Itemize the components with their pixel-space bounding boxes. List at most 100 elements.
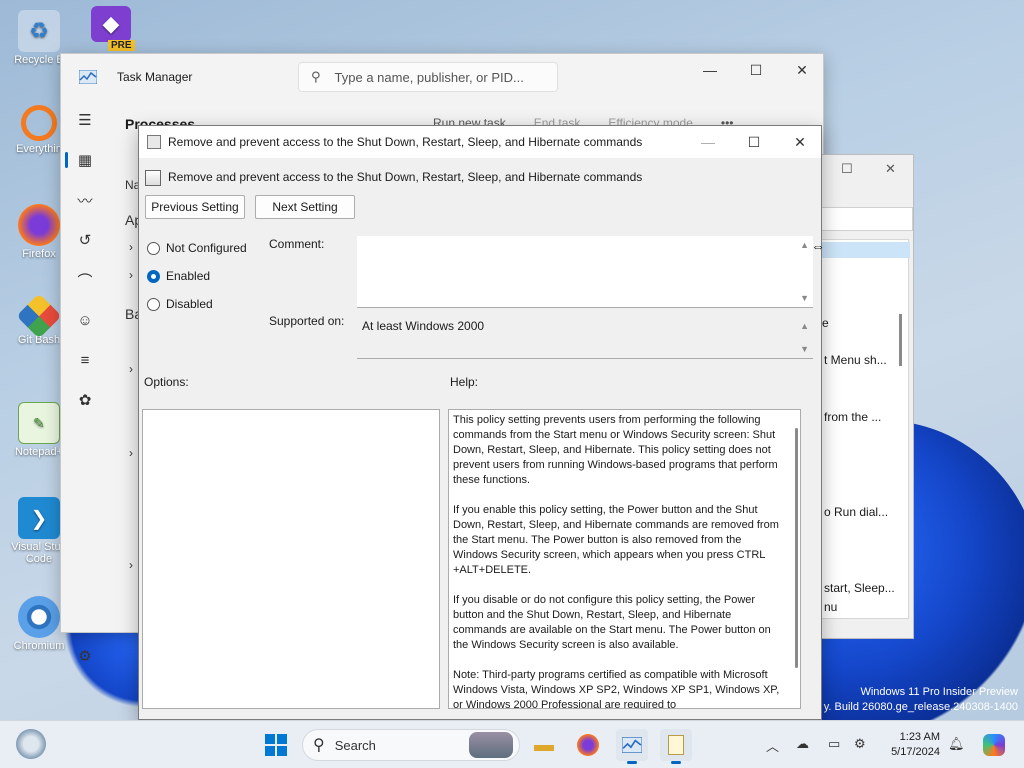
help-scrollbar[interactable] (795, 428, 798, 668)
services-nav-icon[interactable]: ✿ (61, 380, 109, 420)
widgets-icon[interactable] (16, 729, 46, 759)
radio-enabled[interactable]: Enabled (147, 269, 210, 283)
scroll-down-arrow-icon[interactable]: ▼ (800, 344, 809, 354)
notepad-icon (668, 735, 684, 755)
list-item[interactable]: o Run dial... (824, 505, 888, 519)
radio-dot (147, 241, 160, 255)
editor-toolbar-strip (821, 207, 913, 231)
scroll-up-arrow-icon[interactable]: ▲ (800, 321, 809, 331)
list-scrollbar[interactable] (899, 314, 902, 366)
taskbar-search-label: Search (334, 737, 376, 753)
close-button[interactable]: ✕ (779, 54, 825, 86)
visual-studio-icon: ◆ (91, 6, 131, 42)
expand-chevron-icon[interactable]: › (129, 446, 133, 460)
windows-logo-icon (265, 734, 287, 756)
network-icon[interactable]: ▭ (828, 736, 840, 752)
search-placeholder: Type a name, publisher, or PID... (334, 69, 524, 85)
options-pane (142, 409, 440, 709)
show-hidden-icons-chevron-icon[interactable]: ︿ (766, 736, 779, 755)
list-item[interactable]: nu (824, 600, 837, 614)
desktop-icon-visual-studio-pre[interactable]: ◆ PRE (86, 6, 136, 51)
settings-list: e t Menu sh... from the ... o Run dial..… (821, 239, 910, 619)
radio-label: Disabled (166, 297, 213, 311)
git-bash-icon (16, 293, 62, 339)
app-history-nav-icon[interactable]: ↺ (61, 220, 109, 260)
radio-dot-checked (147, 269, 160, 283)
scroll-down-arrow-icon[interactable]: ▼ (800, 293, 809, 303)
search-icon: ⚲ (313, 737, 325, 754)
scroll-up-arrow-icon[interactable]: ▲ (800, 240, 809, 250)
group-policy-taskbar-icon[interactable] (660, 729, 692, 764)
radio-disabled[interactable]: Disabled (147, 297, 213, 311)
list-item[interactable]: t Menu sh... (824, 353, 887, 367)
list-item[interactable]: start, Sleep... (824, 581, 895, 595)
previous-setting-button[interactable]: Previous Setting (145, 195, 245, 219)
task-manager-logo-icon (79, 70, 97, 84)
notification-bell-icon[interactable]: 🔔︎ (948, 736, 965, 752)
minimize-button[interactable]: — (685, 126, 731, 158)
minimize-button[interactable]: — (687, 54, 733, 86)
close-button[interactable]: ✕ (885, 161, 896, 177)
supported-on-field: At least Windows 2000 ▲ ▼ (357, 311, 813, 359)
hamburger-menu-icon[interactable]: ☰ (61, 100, 109, 140)
file-explorer-icon[interactable]: ▬ (528, 729, 560, 761)
everything-search-icon (21, 105, 57, 141)
expand-chevron-icon[interactable]: › (129, 362, 133, 376)
help-pane[interactable]: This policy setting prevents users from … (448, 409, 801, 709)
clock-time: 1:23 AM (899, 731, 940, 743)
copilot-pre-icon[interactable] (978, 729, 1010, 761)
help-text: This policy setting prevents users from … (453, 414, 780, 709)
firefox-icon (577, 734, 599, 756)
chromium-icon (18, 596, 60, 638)
help-label: Help: (450, 375, 479, 389)
settings-gear-icon[interactable]: ⚙ (61, 636, 109, 676)
running-indicator (671, 761, 681, 764)
expand-chevron-icon[interactable]: › (129, 240, 133, 254)
maximize-button[interactable]: ☐ (733, 54, 779, 86)
task-manager-taskbar-icon[interactable] (616, 729, 648, 764)
startup-apps-nav-icon[interactable]: ⌒ (61, 260, 109, 300)
firefox-icon (18, 204, 60, 246)
task-manager-icon (622, 737, 642, 753)
insider-watermark-line1: Windows 11 Pro Insider Preview (860, 686, 1018, 698)
insider-watermark-line2: y. Build 26080.ge_release.240308-1400 (823, 701, 1018, 713)
search-highlight-image (469, 732, 513, 758)
maximize-button[interactable]: ☐ (841, 161, 853, 177)
taskbar-clock[interactable]: 1:23 AM 5/17/2024 (880, 730, 940, 760)
taskbar-search-box[interactable]: ⚲ Search (302, 729, 520, 761)
expand-chevron-icon[interactable]: › (129, 268, 133, 282)
list-item[interactable]: e (822, 316, 829, 330)
pre-badge: PRE (108, 40, 135, 51)
next-setting-button[interactable]: Next Setting (255, 195, 355, 219)
notepad-plus-icon: ✎ (18, 402, 60, 444)
comment-label: Comment: (269, 237, 325, 251)
setting-heading: Remove and prevent access to the Shut Do… (168, 170, 643, 184)
processes-nav-icon[interactable]: ▦ (61, 140, 109, 180)
radio-dot (147, 297, 160, 311)
details-nav-icon[interactable]: ≡ (61, 340, 109, 380)
users-nav-icon[interactable]: ☺ (61, 300, 109, 340)
radio-label: Not Configured (166, 241, 247, 255)
running-indicator (627, 761, 637, 764)
onedrive-offline-icon[interactable]: ☁ (796, 736, 809, 752)
settings-sync-icon[interactable]: ⚙ (854, 736, 866, 752)
close-button[interactable]: ✕ (777, 126, 823, 158)
taskbar: ⚲ Search ▬ ︿ ☁ ▭ ⚙ 1:23 AM 5/17/2024 🔔︎ (0, 720, 1024, 768)
start-button[interactable] (260, 729, 292, 761)
selected-row-highlight (822, 242, 910, 258)
copilot-icon (983, 734, 1005, 756)
supported-on-label: Supported on: (269, 314, 345, 328)
expand-chevron-icon[interactable]: › (129, 558, 133, 572)
firefox-taskbar-icon[interactable] (572, 729, 604, 761)
list-item[interactable]: from the ... (824, 410, 881, 424)
maximize-button[interactable]: ☐ (731, 126, 777, 158)
resize-cursor-icon: ⇔ (811, 238, 825, 254)
task-manager-search-input[interactable]: ⚲ Type a name, publisher, or PID... (298, 62, 558, 92)
group-policy-editor-window: ☐ ✕ e t Menu sh... from the ... o Run di… (820, 154, 914, 639)
dialog-title: Remove and prevent access to the Shut Do… (168, 135, 643, 149)
performance-nav-icon[interactable]: 〰 (61, 180, 109, 220)
task-manager-sidebar: ☰ ▦ 〰 ↺ ⌒ ☺ ≡ ✿ ⚙ (61, 100, 109, 665)
comment-textarea[interactable]: ▲ ▼ (357, 236, 813, 308)
radio-not-configured[interactable]: Not Configured (147, 241, 247, 255)
policy-icon (147, 135, 161, 149)
